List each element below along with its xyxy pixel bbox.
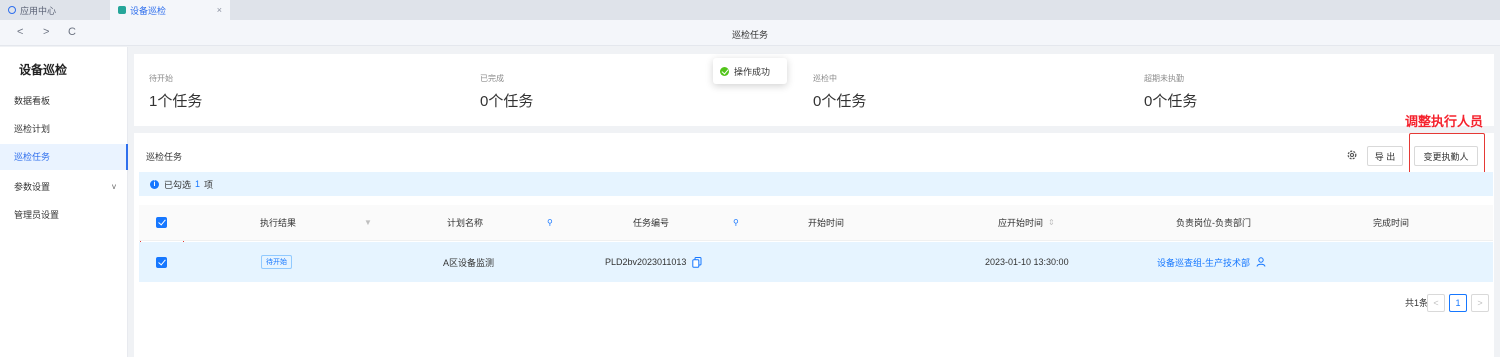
sidebar-title: 设备巡检 xyxy=(19,63,68,77)
success-check-icon xyxy=(720,66,729,76)
select-all-checkbox[interactable] xyxy=(156,217,167,228)
stat-value-overdue: 0个任务 xyxy=(1144,93,1198,110)
selection-bar: i 已勾选 1 项 xyxy=(139,172,1493,196)
row-checkbox[interactable] xyxy=(156,256,167,268)
dept-cell: 设备巡查组-生产技术部 xyxy=(1157,242,1266,282)
stat-label-in-progress: 巡检中 xyxy=(813,74,837,83)
table-row[interactable]: 待开始 A区设备监测 PLD2bv2023011013 2023-01-10 1… xyxy=(139,242,1493,282)
col-header-due-time: 应开始时间 ⇕ xyxy=(998,205,1055,240)
chevron-down-icon: v xyxy=(112,182,116,191)
sidebar-item-tasks[interactable]: 巡检任务 xyxy=(0,144,128,170)
pagination-total: 共1条 xyxy=(1405,298,1429,308)
page-button[interactable]: 1 xyxy=(1449,294,1467,312)
sidebar-item-label: 数据看板 xyxy=(14,96,51,106)
row-select-cell xyxy=(156,242,167,282)
sidebar-item-admin[interactable]: 管理员设置 xyxy=(0,202,128,228)
filter-icon[interactable]: ▼ xyxy=(364,205,372,240)
device-inspection-icon xyxy=(118,6,126,14)
select-all-cell xyxy=(156,205,167,240)
stats-card: 待开始 1个任务 已完成 0个任务 巡检中 0个任务 超期未执勤 0个任务 xyxy=(134,54,1494,126)
status-badge: 待开始 xyxy=(261,255,292,269)
col-header-task-code: 任务编号 xyxy=(633,218,670,228)
selection-suffix: 项 xyxy=(204,179,214,190)
change-assignee-button[interactable]: 变更执勤人 xyxy=(1414,146,1478,166)
col-header-label: 应开始时间 xyxy=(998,218,1044,228)
col-header-dept: 负责岗位-负责部门 xyxy=(1176,218,1251,228)
task-code-text: PLD2bv2023011013 xyxy=(605,257,687,267)
close-icon[interactable]: × xyxy=(217,5,222,15)
sidebar-item-label: 参数设置 xyxy=(14,182,51,192)
sidebar-item-params[interactable]: 参数设置 v xyxy=(0,174,128,200)
info-icon: i xyxy=(150,179,159,189)
col-header-finish-time: 完成时间 xyxy=(1373,218,1410,228)
task-code-cell: PLD2bv2023011013 xyxy=(605,242,702,282)
page-title: 巡检任务 xyxy=(731,30,768,40)
stat-value-done: 0个任务 xyxy=(480,93,534,110)
export-button[interactable]: 导 出 xyxy=(1367,146,1403,166)
next-page-button[interactable]: > xyxy=(1471,294,1489,312)
sidebar-item-label: 巡检计划 xyxy=(14,124,51,134)
stat-label-done: 已完成 xyxy=(480,74,504,83)
sidebar-item-label: 管理员设置 xyxy=(14,210,60,220)
sidebar-item-label: 巡检任务 xyxy=(14,152,51,162)
tab-label: 应用中心 xyxy=(20,5,57,16)
annotation-label: 调整执行人员 xyxy=(1405,114,1484,129)
toast-text: 操作成功 xyxy=(734,66,771,77)
selection-count: 1 xyxy=(195,179,201,189)
due-time-cell: 2023-01-10 13:30:00 xyxy=(985,257,1069,267)
copy-icon[interactable] xyxy=(692,256,702,268)
search-icon[interactable]: ⚲ xyxy=(547,205,553,240)
sidebar: 设备巡检 数据看板 巡检计划 巡检任务 参数设置 v 管理员设置 xyxy=(0,47,128,357)
selection-prefix: 已勾选 xyxy=(164,179,192,190)
table-header: 执行结果 ▼ 计划名称 ⚲ 任务编号 ⚲ 开始时间 应开始时间 ⇕ 负责岗位-负… xyxy=(139,205,1493,241)
success-toast: 操作成功 xyxy=(713,58,787,84)
stat-label-pending: 待开始 xyxy=(149,74,173,83)
tab-app-center[interactable]: 应用中心 xyxy=(0,0,110,20)
card-title: 巡检任务 xyxy=(146,152,183,162)
sidebar-item-plans[interactable]: 巡检计划 xyxy=(0,116,128,142)
stat-label-overdue: 超期未执勤 xyxy=(1144,74,1184,83)
app-tab-bar: 应用中心 设备巡检 × xyxy=(0,0,1500,20)
col-header-start-time: 开始时间 xyxy=(808,218,845,228)
sidebar-item-dashboard[interactable]: 数据看板 xyxy=(0,88,128,114)
dept-link[interactable]: 设备巡查组-生产技术部 xyxy=(1157,256,1250,269)
tab-device-inspection[interactable]: 设备巡检 × xyxy=(110,0,230,20)
prev-page-button[interactable]: < xyxy=(1427,294,1445,312)
sort-icon[interactable]: ⇕ xyxy=(1048,218,1055,227)
user-icon[interactable] xyxy=(1256,257,1266,267)
status-cell: 待开始 xyxy=(261,242,292,282)
col-header-plan-name: 计划名称 xyxy=(447,218,484,228)
col-header-result: 执行结果 xyxy=(260,218,297,228)
settings-gear-icon[interactable] xyxy=(1346,149,1358,161)
search-icon[interactable]: ⚲ xyxy=(733,205,739,240)
app-center-icon xyxy=(8,6,16,14)
stat-value-pending: 1个任务 xyxy=(149,93,203,110)
plan-name-cell: A区设备监测 xyxy=(443,257,495,268)
tab-label: 设备巡检 xyxy=(130,5,167,16)
stat-value-in-progress: 0个任务 xyxy=(813,93,867,110)
nav-bar: < > C 巡检任务 xyxy=(0,20,1500,46)
